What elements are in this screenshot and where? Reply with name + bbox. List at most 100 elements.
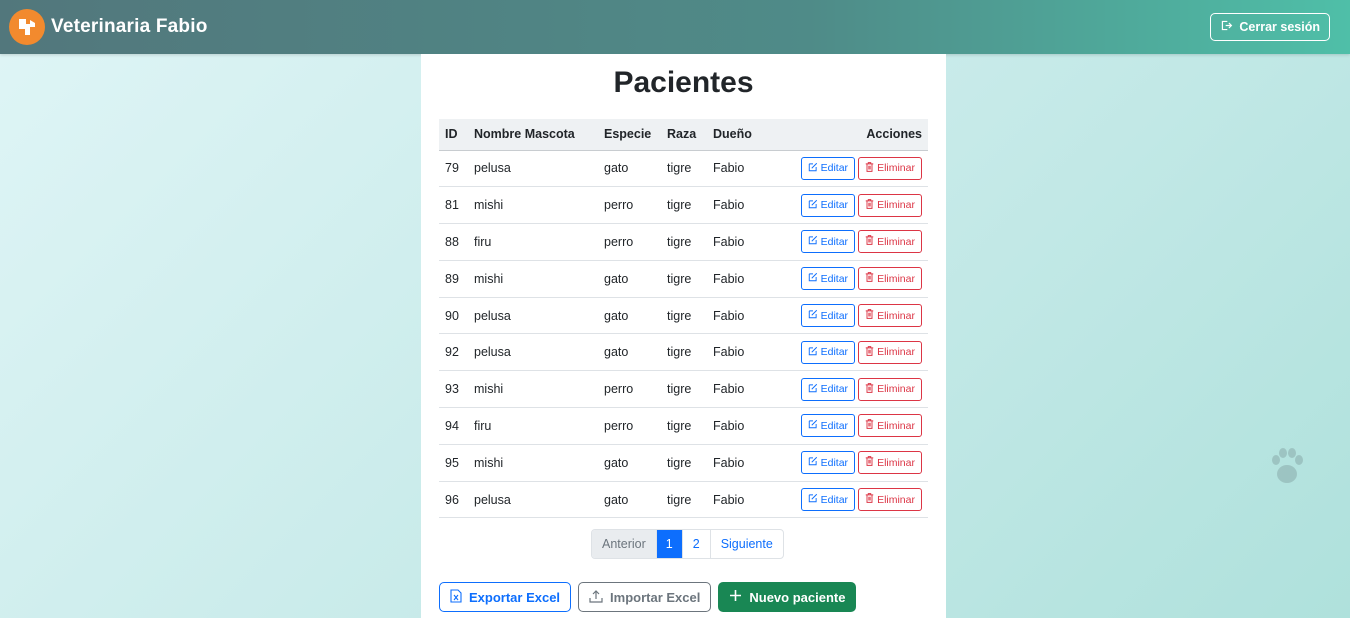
cell-name: mishi xyxy=(474,455,504,470)
new-patient-button[interactable]: Nuevo paciente xyxy=(718,582,857,612)
trash-icon xyxy=(865,419,874,432)
col-header-name: Nombre Mascota xyxy=(468,119,598,151)
cell-breed: tigre xyxy=(667,234,692,249)
delete-button[interactable]: Eliminar xyxy=(858,193,922,217)
delete-button[interactable]: Eliminar xyxy=(858,340,922,364)
edit-button[interactable]: Editar xyxy=(800,193,856,217)
delete-label: Eliminar xyxy=(877,493,915,506)
cell-id: 90 xyxy=(445,308,459,323)
edit-button[interactable]: Editar xyxy=(800,451,856,475)
delete-button[interactable]: Eliminar xyxy=(858,488,922,512)
cell-actions: Editar Eliminar xyxy=(767,297,928,334)
edit-button[interactable]: Editar xyxy=(800,488,856,512)
cell-id: 88 xyxy=(445,234,459,249)
new-patient-label: Nuevo paciente xyxy=(749,589,846,605)
patients-table: ID Nombre Mascota Especie Raza Dueño Acc… xyxy=(439,119,928,518)
patients-card: Pacientes ID Nombre Mascota Especie Raza… xyxy=(421,54,946,618)
export-excel-button[interactable]: Exportar Excel xyxy=(439,582,572,612)
cell-actions: Editar Eliminar xyxy=(767,334,928,371)
cell-owner: Fabio xyxy=(713,198,745,213)
cell-name: mishi xyxy=(474,382,504,397)
trash-icon xyxy=(865,493,874,506)
cell-breed: tigre xyxy=(667,308,692,323)
bottom-actions: Exportar Excel Importar Excel Nuevo paci… xyxy=(439,582,857,612)
cell-id: 92 xyxy=(445,345,459,360)
pencil-square-icon xyxy=(808,235,818,248)
edit-label: Editar xyxy=(820,419,849,432)
pagination-page-2[interactable]: 2 xyxy=(683,530,711,558)
edit-button[interactable]: Editar xyxy=(800,304,856,328)
delete-label: Eliminar xyxy=(877,309,915,322)
col-header-actions: Acciones xyxy=(767,119,928,151)
edit-button[interactable]: Editar xyxy=(800,267,856,291)
cell-species: perro xyxy=(604,234,634,249)
edit-button[interactable]: Editar xyxy=(800,340,856,364)
cell-id: 96 xyxy=(445,492,459,507)
cell-breed: tigre xyxy=(667,198,692,213)
cell-breed: tigre xyxy=(667,271,692,286)
cell-actions: Editar Eliminar xyxy=(767,150,928,187)
cell-id: 95 xyxy=(445,455,459,470)
table-row: 96 pelusa gato tigre Fabio Editar Eliminar xyxy=(439,481,928,518)
pagination-prev[interactable]: Anterior xyxy=(592,530,657,558)
cell-actions: Editar Eliminar xyxy=(767,187,928,224)
pencil-square-icon xyxy=(808,383,818,396)
veterinary-logo-icon xyxy=(9,9,45,45)
delete-label: Eliminar xyxy=(877,419,915,432)
delete-button[interactable]: Eliminar xyxy=(858,230,922,254)
delete-label: Eliminar xyxy=(877,235,915,248)
cell-id: 94 xyxy=(445,418,459,433)
brand[interactable]: Veterinaria Fabio xyxy=(9,9,208,45)
edit-label: Editar xyxy=(820,346,849,359)
trash-icon xyxy=(865,456,874,469)
logout-button[interactable]: Cerrar sesión xyxy=(1210,13,1330,41)
cell-breed: tigre xyxy=(667,345,692,360)
trash-icon xyxy=(865,198,874,212)
delete-label: Eliminar xyxy=(877,272,915,285)
trash-icon xyxy=(865,309,874,322)
edit-button[interactable]: Editar xyxy=(800,156,856,180)
cell-actions: Editar Eliminar xyxy=(767,408,928,445)
edit-label: Editar xyxy=(820,493,849,506)
col-header-id: ID xyxy=(439,119,468,151)
pencil-square-icon xyxy=(808,456,818,469)
pencil-square-icon xyxy=(808,419,818,432)
delete-label: Eliminar xyxy=(877,162,915,175)
table-row: 92 pelusa gato tigre Fabio Editar Eliminar xyxy=(439,334,928,371)
edit-button[interactable]: Editar xyxy=(800,230,856,254)
delete-label: Eliminar xyxy=(877,346,915,359)
cell-species: perro xyxy=(604,382,634,397)
cell-species: gato xyxy=(604,492,629,507)
delete-button[interactable]: Eliminar xyxy=(858,267,922,291)
cell-species: gato xyxy=(604,308,629,323)
cell-species: perro xyxy=(604,198,634,213)
edit-button[interactable]: Editar xyxy=(800,414,856,438)
delete-button[interactable]: Eliminar xyxy=(858,304,922,328)
cell-breed: tigre xyxy=(667,492,692,507)
upload-icon xyxy=(589,589,603,606)
pencil-square-icon xyxy=(808,309,818,322)
logout-label: Cerrar sesión xyxy=(1239,20,1320,34)
cell-actions: Editar Eliminar xyxy=(767,260,928,297)
delete-button[interactable]: Eliminar xyxy=(858,156,922,180)
cell-breed: tigre xyxy=(667,382,692,397)
table-row: 79 pelusa gato tigre Fabio Editar Eliminar xyxy=(439,150,928,187)
edit-button[interactable]: Editar xyxy=(800,377,856,401)
pagination: Anterior 1 2 Siguiente xyxy=(591,529,784,559)
cell-species: gato xyxy=(604,455,629,470)
cell-species: perro xyxy=(604,418,634,433)
delete-button[interactable]: Eliminar xyxy=(858,414,922,438)
col-header-breed: Raza xyxy=(661,119,707,151)
table-row: 90 pelusa gato tigre Fabio Editar Eliminar xyxy=(439,297,928,334)
export-excel-label: Exportar Excel xyxy=(469,589,561,605)
pencil-square-icon xyxy=(808,199,818,212)
trash-icon xyxy=(865,346,874,359)
pagination-page-1[interactable]: 1 xyxy=(656,530,683,558)
cell-owner: Fabio xyxy=(713,308,745,323)
pagination-next[interactable]: Siguiente xyxy=(711,530,783,558)
table-row: 81 mishi perro tigre Fabio Editar Eliminar xyxy=(439,187,928,224)
delete-button[interactable]: Eliminar xyxy=(858,451,922,475)
edit-label: Editar xyxy=(820,309,849,322)
delete-button[interactable]: Eliminar xyxy=(858,377,922,401)
import-excel-button[interactable]: Importar Excel xyxy=(578,582,712,612)
